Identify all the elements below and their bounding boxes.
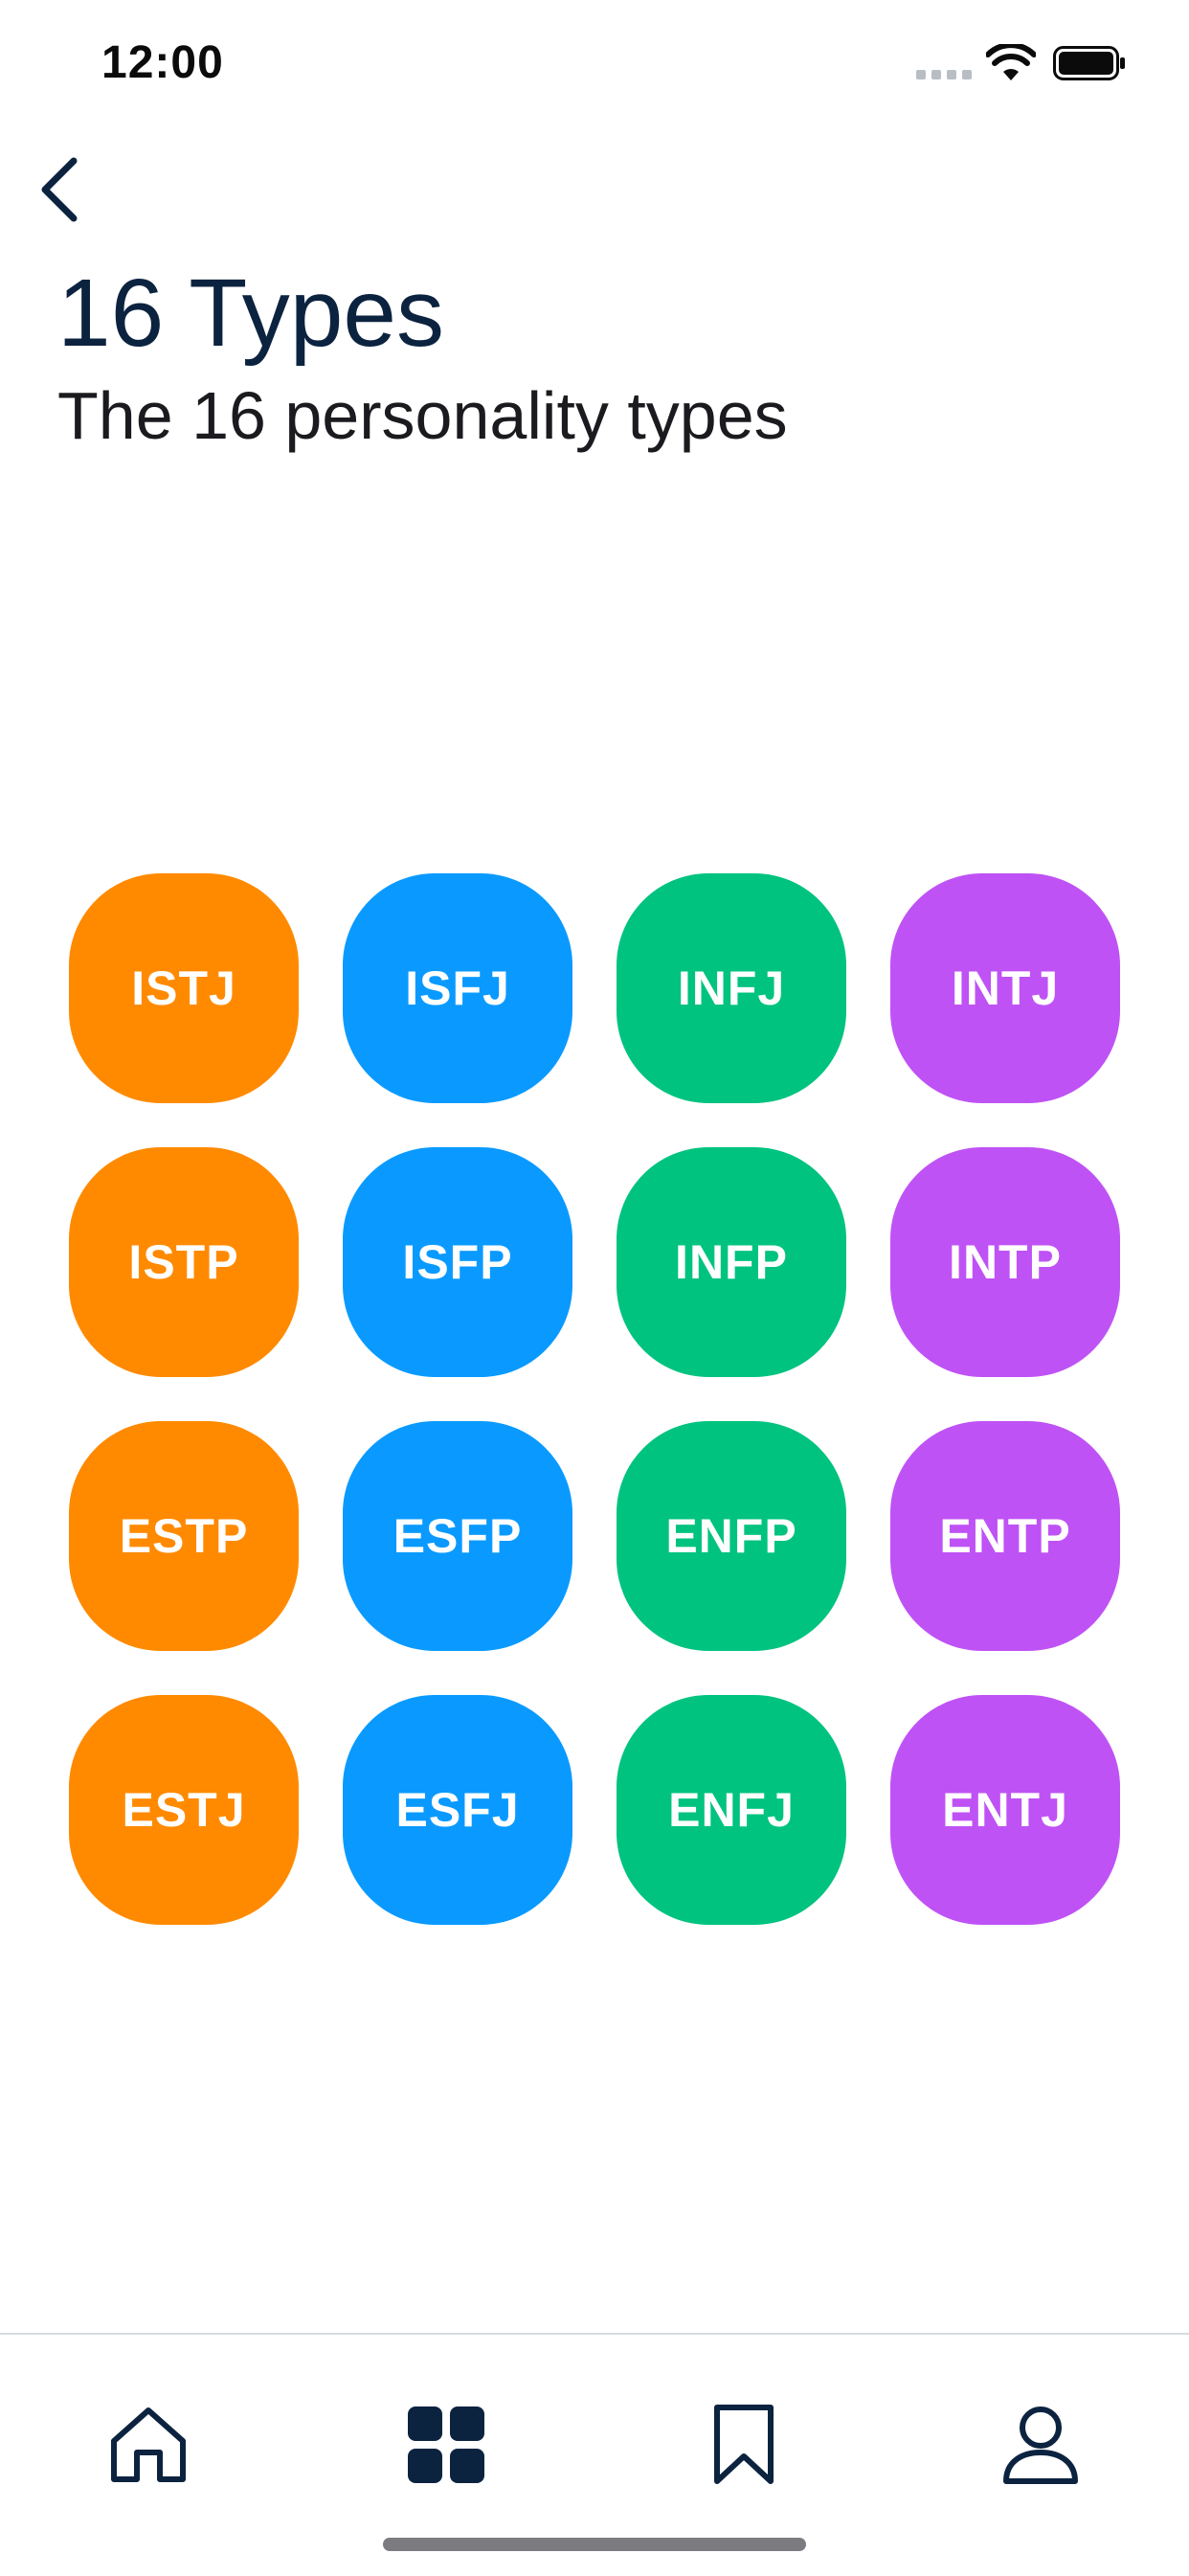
type-tile-enfp[interactable]: ENFP: [617, 1421, 846, 1651]
status-time: 12:00: [101, 37, 224, 88]
type-tile-entp[interactable]: ENTP: [890, 1421, 1120, 1651]
tab-saved[interactable]: [691, 2392, 796, 2497]
cellular-signal-icon: [916, 70, 972, 79]
home-indicator: [383, 2538, 806, 2551]
tab-home[interactable]: [96, 2392, 201, 2497]
battery-icon: [1053, 46, 1125, 80]
type-tile-intj[interactable]: INTJ: [890, 873, 1120, 1103]
type-tile-enfj[interactable]: ENFJ: [617, 1695, 846, 1925]
type-tile-estj[interactable]: ESTJ: [69, 1695, 299, 1925]
type-tile-esfp[interactable]: ESFP: [343, 1421, 572, 1651]
type-tile-isfj[interactable]: ISFJ: [343, 873, 572, 1103]
type-tile-intp[interactable]: INTP: [890, 1147, 1120, 1377]
back-button[interactable]: [25, 151, 92, 228]
type-tile-entj[interactable]: ENTJ: [890, 1695, 1120, 1925]
tab-profile[interactable]: [988, 2392, 1093, 2497]
home-icon: [111, 2407, 186, 2482]
type-tile-istp[interactable]: ISTP: [69, 1147, 299, 1377]
wifi-icon: [986, 44, 1036, 80]
personality-types-grid: ISTJ ISFJ INFJ INTJ ISTP ISFP INFP INTP …: [69, 873, 1120, 1925]
status-bar: 12:00: [0, 0, 1189, 126]
type-tile-esfj[interactable]: ESFJ: [343, 1695, 572, 1925]
page-title: 16 Types: [57, 260, 445, 367]
chevron-left-icon: [41, 157, 78, 222]
profile-icon: [1003, 2407, 1078, 2484]
type-tile-isfp[interactable]: ISFP: [343, 1147, 572, 1377]
type-tile-estp[interactable]: ESTP: [69, 1421, 299, 1651]
type-tile-istj[interactable]: ISTJ: [69, 873, 299, 1103]
tab-types[interactable]: [393, 2392, 499, 2497]
grid-icon: [408, 2407, 484, 2483]
bookmark-icon: [714, 2405, 774, 2484]
type-tile-infj[interactable]: INFJ: [617, 873, 846, 1103]
page-subtitle: The 16 personality types: [57, 378, 788, 453]
type-tile-infp[interactable]: INFP: [617, 1147, 846, 1377]
